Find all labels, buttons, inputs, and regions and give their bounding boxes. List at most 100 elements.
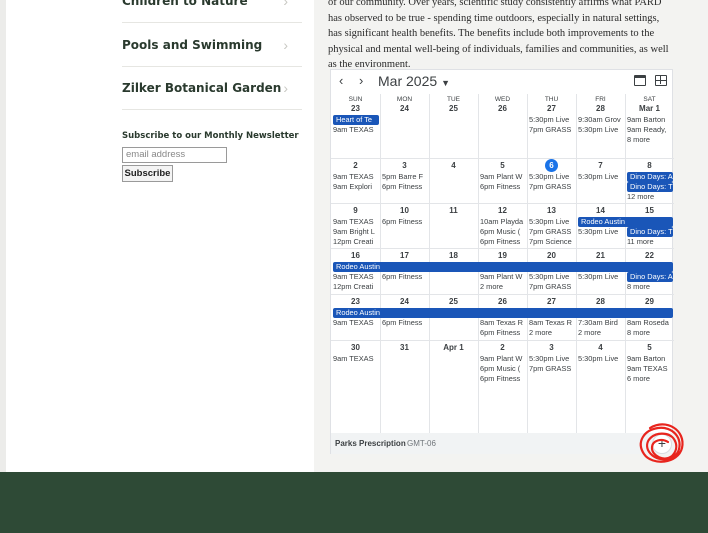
event-chip[interactable]: 6pm Fitness [382, 272, 428, 282]
event-chip[interactable]: 6pm Fitness [480, 328, 526, 338]
all-day-event-bar[interactable]: Dino Days: T [627, 182, 673, 192]
more-events-link[interactable]: 8 more [627, 328, 673, 338]
email-field[interactable]: email address [122, 147, 227, 163]
day-number[interactable]: 9 [331, 206, 380, 215]
event-chip[interactable]: 7pm GRASS [529, 227, 575, 237]
all-day-event-bar[interactable]: Heart of Te [333, 115, 379, 125]
day-number[interactable]: 31 [380, 343, 429, 352]
event-chip[interactable]: 9am TEXAS [627, 364, 673, 374]
calendar-view-icon[interactable] [634, 75, 646, 86]
day-number[interactable]: 2 [478, 343, 527, 352]
sidebar-item-children-to-nature[interactable]: Children to Nature › [122, 0, 302, 23]
event-chip[interactable]: 5:30pm Live [529, 172, 575, 182]
chevron-left-icon[interactable]: ‹ [339, 73, 343, 88]
all-day-event-bar[interactable]: Rodeo Austin [578, 217, 673, 227]
event-chip[interactable]: 7pm Science [529, 237, 575, 247]
event-chip[interactable]: 8am Texas R [529, 318, 575, 328]
event-chip[interactable]: 9am Plant W [480, 354, 526, 364]
event-chip[interactable]: 5:30pm Live [578, 227, 624, 237]
event-chip[interactable]: 9am TEXAS [333, 354, 379, 364]
day-number[interactable]: 23 [331, 104, 380, 113]
event-chip[interactable]: 6pm Fitness [480, 374, 526, 384]
event-chip[interactable]: 5:30pm Live [529, 217, 575, 227]
day-number[interactable]: Apr 1 [429, 343, 478, 352]
event-chip[interactable]: 6pm Fitness [382, 182, 428, 192]
event-chip[interactable]: 5:30pm Live [529, 115, 575, 125]
event-chip[interactable]: 9am Barton [627, 115, 673, 125]
day-number[interactable]: 27 [527, 104, 576, 113]
event-chip[interactable]: 8am Texas R [480, 318, 526, 328]
day-number[interactable]: 6 [527, 161, 576, 170]
day-number[interactable]: 16 [331, 251, 380, 260]
day-number[interactable]: 10 [380, 206, 429, 215]
event-chip[interactable]: 7pm GRASS [529, 282, 575, 292]
day-number[interactable]: 25 [429, 297, 478, 306]
event-chip[interactable]: 9am Plant W [480, 172, 526, 182]
event-chip[interactable]: 5:30pm Live [578, 125, 624, 135]
event-chip[interactable]: 5:30pm Live [578, 172, 624, 182]
event-chip[interactable]: 7pm GRASS [529, 125, 575, 135]
more-events-link[interactable]: 8 more [627, 282, 673, 292]
event-chip[interactable]: 7pm GRASS [529, 364, 575, 374]
event-chip[interactable]: 7:30am Bird [578, 318, 624, 328]
event-chip[interactable]: 6pm Music ( [480, 227, 526, 237]
event-chip[interactable]: 5:30pm Live [529, 354, 575, 364]
event-chip[interactable]: 9am TEXAS [333, 318, 379, 328]
day-number[interactable]: 28 [576, 297, 625, 306]
event-chip[interactable]: 8am Roseda [627, 318, 673, 328]
event-chip[interactable]: 6pm Fitness [382, 318, 428, 328]
grid-view-icon[interactable] [655, 75, 667, 86]
event-chip[interactable]: 9am TEXAS [333, 125, 379, 135]
chevron-right-icon[interactable]: › [359, 73, 363, 88]
more-events-link[interactable]: 12 more [627, 192, 673, 202]
event-chip[interactable]: 12pm Creati [333, 237, 379, 247]
day-number[interactable]: 28 [576, 104, 625, 113]
day-number[interactable]: 3 [380, 161, 429, 170]
event-chip[interactable]: 5:30pm Live [578, 272, 624, 282]
more-events-link[interactable]: 8 more [627, 135, 673, 145]
event-chip[interactable]: 6pm Fitness [480, 182, 526, 192]
day-number[interactable]: 11 [429, 206, 478, 215]
day-number[interactable]: 21 [576, 251, 625, 260]
all-day-event-bar[interactable]: Dino Days: A [627, 272, 673, 282]
event-chip[interactable]: 12pm Creati [333, 282, 379, 292]
day-number[interactable]: Mar 1 [625, 104, 674, 113]
event-chip[interactable]: 9am Plant W [480, 272, 526, 282]
day-number[interactable]: 3 [527, 343, 576, 352]
day-number[interactable]: 4 [576, 343, 625, 352]
day-number[interactable]: 18 [429, 251, 478, 260]
day-number[interactable]: 4 [429, 161, 478, 170]
day-number[interactable]: 15 [625, 206, 674, 215]
day-number[interactable]: 23 [331, 297, 380, 306]
event-chip[interactable]: 5:30pm Live [578, 354, 624, 364]
more-events-link[interactable]: 2 more [578, 328, 624, 338]
event-chip[interactable]: 7pm GRASS [529, 182, 575, 192]
day-number[interactable]: 14 [576, 206, 625, 215]
month-selector[interactable]: Mar 2025 ▼ [378, 73, 450, 89]
sidebar-item-pools-and-swimming[interactable]: Pools and Swimming › [122, 24, 302, 67]
more-events-link[interactable]: 6 more [627, 374, 673, 384]
event-chip[interactable]: 9am TEXAS [333, 217, 379, 227]
day-number[interactable]: 13 [527, 206, 576, 215]
day-number[interactable]: 26 [478, 297, 527, 306]
day-number[interactable]: 12 [478, 206, 527, 215]
day-number[interactable]: 30 [331, 343, 380, 352]
day-number[interactable]: 24 [380, 104, 429, 113]
all-day-event-bar[interactable]: Dino Days: A [627, 172, 673, 182]
day-number[interactable]: 27 [527, 297, 576, 306]
day-number[interactable]: 7 [576, 161, 625, 170]
event-chip[interactable]: 9:30am Grov [578, 115, 624, 125]
day-number[interactable]: 17 [380, 251, 429, 260]
all-day-event-bar[interactable]: Rodeo Austin [333, 308, 673, 318]
all-day-event-bar[interactable]: Rodeo Austin [333, 262, 673, 272]
day-number[interactable]: 19 [478, 251, 527, 260]
event-chip[interactable]: 9am Explori [333, 182, 379, 192]
subscribe-button[interactable]: Subscribe [122, 165, 173, 182]
more-events-link[interactable]: 11 more [627, 237, 673, 247]
day-number[interactable]: 20 [527, 251, 576, 260]
event-chip[interactable]: 6pm Fitness [480, 237, 526, 247]
day-number[interactable]: 26 [478, 104, 527, 113]
sidebar-item-zilker-botanical-garden[interactable]: Zilker Botanical Garden › [122, 67, 302, 110]
more-events-link[interactable]: 2 more [529, 328, 575, 338]
event-chip[interactable]: 5:30pm Live [529, 272, 575, 282]
